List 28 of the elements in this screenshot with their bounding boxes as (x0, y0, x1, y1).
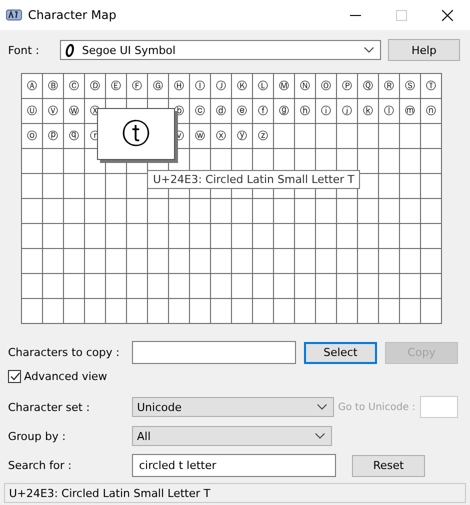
help-button[interactable]: Help (388, 39, 460, 61)
character-set-dropdown[interactable]: Unicode (132, 397, 334, 417)
group-by-label: Group by : (8, 430, 67, 442)
chevron-down-icon (317, 404, 327, 410)
minimize-icon[interactable] (350, 14, 360, 16)
character-preview-tooltip: ⓣ (97, 108, 175, 160)
chevron-down-icon (364, 47, 374, 53)
select-button[interactable]: Select (304, 342, 377, 364)
go-to-unicode-label: Go to Unicode : (338, 402, 416, 412)
window-title: Character Map (28, 8, 118, 22)
character-set-label: Character set : (8, 400, 91, 414)
app-icon (6, 9, 22, 21)
close-icon[interactable] (442, 10, 452, 20)
opentype-font-icon (65, 44, 75, 56)
font-dropdown[interactable]: Segoe UI Symbol (60, 40, 381, 60)
font-label: Font : (8, 44, 40, 56)
group-by-dropdown[interactable]: All (132, 426, 332, 446)
characters-to-copy-label: Characters to copy : (8, 346, 121, 359)
maximize-icon (396, 10, 406, 20)
advanced-view-checkbox[interactable] (8, 370, 21, 383)
characters-to-copy-field[interactable] (132, 341, 296, 364)
search-for-label: Search for : (8, 459, 73, 472)
search-field[interactable]: circled t letter (132, 454, 336, 477)
reset-button[interactable]: Reset (352, 454, 425, 476)
chevron-down-icon (315, 433, 325, 439)
tooltip: U+24E3: Circled Latin Small Letter T (147, 170, 360, 189)
status-bar: U+24E3: Circled Latin Small Letter T (4, 483, 466, 503)
advanced-view-label[interactable]: Advanced view (24, 370, 108, 383)
